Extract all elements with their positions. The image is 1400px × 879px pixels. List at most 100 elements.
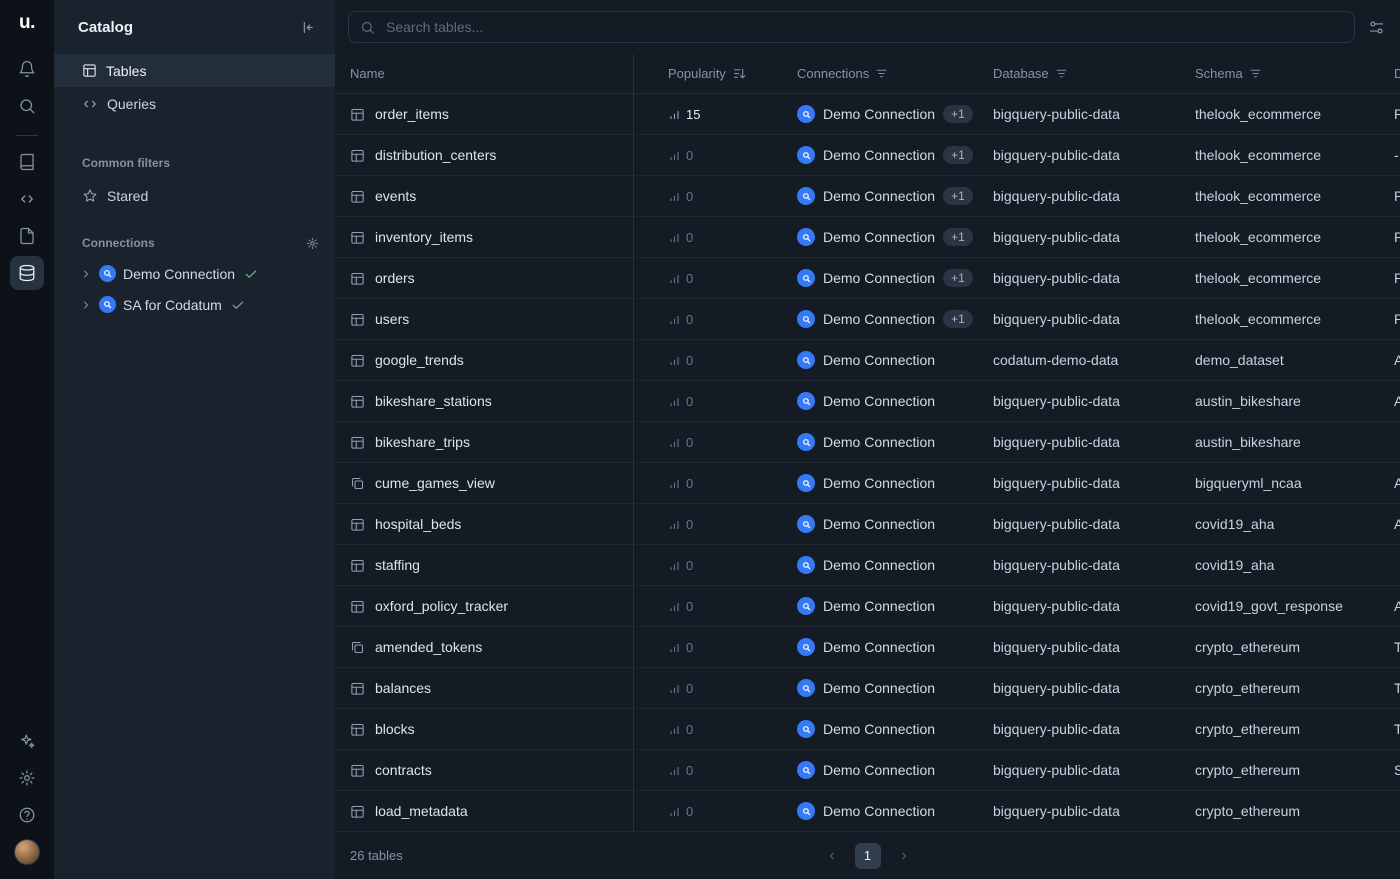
sort-descending-icon[interactable] <box>732 66 747 81</box>
name-cell: google_trends <box>335 340 634 380</box>
connections-cell: Demo Connection +1 <box>797 146 993 164</box>
docs-book-icon[interactable] <box>10 145 44 179</box>
table-name[interactable]: blocks <box>375 721 415 737</box>
chevron-right-icon[interactable] <box>80 299 92 311</box>
table-row[interactable]: cume_games_view 0 Demo Connection bigque… <box>335 463 1400 504</box>
table-name[interactable]: staffing <box>375 557 420 573</box>
more-connections-badge[interactable]: +1 <box>943 187 973 205</box>
table-name[interactable]: distribution_centers <box>375 147 496 163</box>
table-icon <box>350 763 365 778</box>
table-name[interactable]: amended_tokens <box>375 639 482 655</box>
filter-icon[interactable] <box>1055 67 1068 80</box>
help-icon[interactable] <box>10 798 44 832</box>
table-name[interactable]: bikeshare_stations <box>375 393 492 409</box>
column-header-popularity[interactable]: Popularity <box>634 54 797 93</box>
table-row[interactable]: amended_tokens 0 Demo Connection bigquer… <box>335 627 1400 668</box>
description-cell: P <box>1394 270 1400 286</box>
popularity-value: 0 <box>686 681 693 696</box>
description-cell: A <box>1394 352 1400 368</box>
previous-page-icon[interactable] <box>821 845 843 867</box>
table-name[interactable]: load_metadata <box>375 803 468 819</box>
table-name[interactable]: google_trends <box>375 352 464 368</box>
table-name[interactable]: bikeshare_trips <box>375 434 470 450</box>
database-cell: bigquery-public-data <box>993 434 1195 450</box>
search-tables-box[interactable] <box>348 11 1355 43</box>
collapse-sidebar-icon[interactable] <box>294 15 319 40</box>
code-icon[interactable] <box>10 182 44 216</box>
table-row[interactable]: staffing 0 Demo Connection bigquery-publ… <box>335 545 1400 586</box>
description-cell: - <box>1394 147 1400 163</box>
column-header-database[interactable]: Database <box>993 54 1195 93</box>
name-cell: hospital_beds <box>335 504 634 544</box>
popularity-value: 0 <box>686 517 693 532</box>
next-page-icon[interactable] <box>893 845 915 867</box>
column-header-description[interactable]: D <box>1394 54 1400 93</box>
table-name[interactable]: inventory_items <box>375 229 473 245</box>
page-number[interactable]: 1 <box>855 843 881 869</box>
sidebar-connection-item[interactable]: Demo Connection <box>54 258 335 289</box>
table-row[interactable]: google_trends 0 Demo Connection codatum-… <box>335 340 1400 381</box>
schema-cell: crypto_ethereum <box>1195 639 1394 655</box>
view-settings-sliders-icon[interactable] <box>1368 19 1385 36</box>
more-connections-badge[interactable]: +1 <box>943 146 973 164</box>
connections-cell: Demo Connection <box>797 761 993 779</box>
table-name[interactable]: events <box>375 188 416 204</box>
ai-sparkles-icon[interactable] <box>10 724 44 758</box>
notifications-bell-icon[interactable] <box>10 52 44 86</box>
table-name[interactable]: contracts <box>375 762 432 778</box>
table-name[interactable]: balances <box>375 680 431 696</box>
table-row[interactable]: inventory_items 0 Demo Connection +1 big… <box>335 217 1400 258</box>
app-logo[interactable]: u. <box>19 12 35 34</box>
table-row[interactable]: distribution_centers 0 Demo Connection +… <box>335 135 1400 176</box>
table-row[interactable]: load_metadata 0 Demo Connection bigquery… <box>335 791 1400 832</box>
settings-gear-icon[interactable] <box>10 761 44 795</box>
table-row[interactable]: contracts 0 Demo Connection bigquery-pub… <box>335 750 1400 791</box>
more-connections-badge[interactable]: +1 <box>943 105 973 123</box>
column-header-connections[interactable]: Connections <box>797 54 993 93</box>
more-connections-badge[interactable]: +1 <box>943 228 973 246</box>
table-name[interactable]: orders <box>375 270 415 286</box>
table-row[interactable]: order_items 15 Demo Connection +1 bigque… <box>335 94 1400 135</box>
more-connections-badge[interactable]: +1 <box>943 269 973 287</box>
chevron-right-icon[interactable] <box>80 268 92 280</box>
connection-name: Demo Connection <box>823 516 935 532</box>
filter-icon[interactable] <box>1249 67 1262 80</box>
popularity-value: 0 <box>686 148 693 163</box>
connection-name: Demo Connection <box>823 762 935 778</box>
table-row[interactable]: balances 0 Demo Connection bigquery-publ… <box>335 668 1400 709</box>
table-row[interactable]: bikeshare_stations 0 Demo Connection big… <box>335 381 1400 422</box>
name-cell: amended_tokens <box>335 627 634 667</box>
main-content: Name Popularity Connections Database Sch… <box>335 0 1400 879</box>
notebook-file-icon[interactable] <box>10 219 44 253</box>
column-header-schema[interactable]: Schema <box>1195 54 1394 93</box>
table-name[interactable]: oxford_policy_tracker <box>375 598 508 614</box>
table-name[interactable]: cume_games_view <box>375 475 495 491</box>
table-row[interactable]: users 0 Demo Connection +1 bigquery-publ… <box>335 299 1400 340</box>
table-name[interactable]: hospital_beds <box>375 516 461 532</box>
connection-name: Demo Connection <box>823 803 935 819</box>
table-row[interactable]: blocks 0 Demo Connection bigquery-public… <box>335 709 1400 750</box>
connections-label: Connections <box>54 234 335 252</box>
bar-chart-icon <box>668 477 681 490</box>
sidebar-connection-item[interactable]: SA for Codatum <box>54 289 335 320</box>
user-avatar[interactable] <box>14 839 40 865</box>
more-connections-badge[interactable]: +1 <box>943 310 973 328</box>
catalog-database-icon[interactable] <box>10 256 44 290</box>
sidebar-item-starred[interactable]: Stared <box>54 180 335 212</box>
table-row[interactable]: oxford_policy_tracker 0 Demo Connection … <box>335 586 1400 627</box>
search-tables-input[interactable] <box>384 18 1343 36</box>
search-icon[interactable] <box>10 89 44 123</box>
sidebar-item-queries[interactable]: Queries <box>54 87 335 120</box>
table-row[interactable]: orders 0 Demo Connection +1 bigquery-pub… <box>335 258 1400 299</box>
connection-name: Demo Connection <box>823 639 935 655</box>
column-header-name[interactable]: Name <box>335 54 634 93</box>
table-row[interactable]: bikeshare_trips 0 Demo Connection bigque… <box>335 422 1400 463</box>
connection-avatar-icon <box>99 265 116 282</box>
connections-settings-icon[interactable] <box>306 237 319 250</box>
sidebar-item-tables[interactable]: Tables <box>54 54 335 87</box>
table-row[interactable]: events 0 Demo Connection +1 bigquery-pub… <box>335 176 1400 217</box>
table-name[interactable]: users <box>375 311 409 327</box>
filter-icon[interactable] <box>875 67 888 80</box>
table-name[interactable]: order_items <box>375 106 449 122</box>
table-row[interactable]: hospital_beds 0 Demo Connection bigquery… <box>335 504 1400 545</box>
